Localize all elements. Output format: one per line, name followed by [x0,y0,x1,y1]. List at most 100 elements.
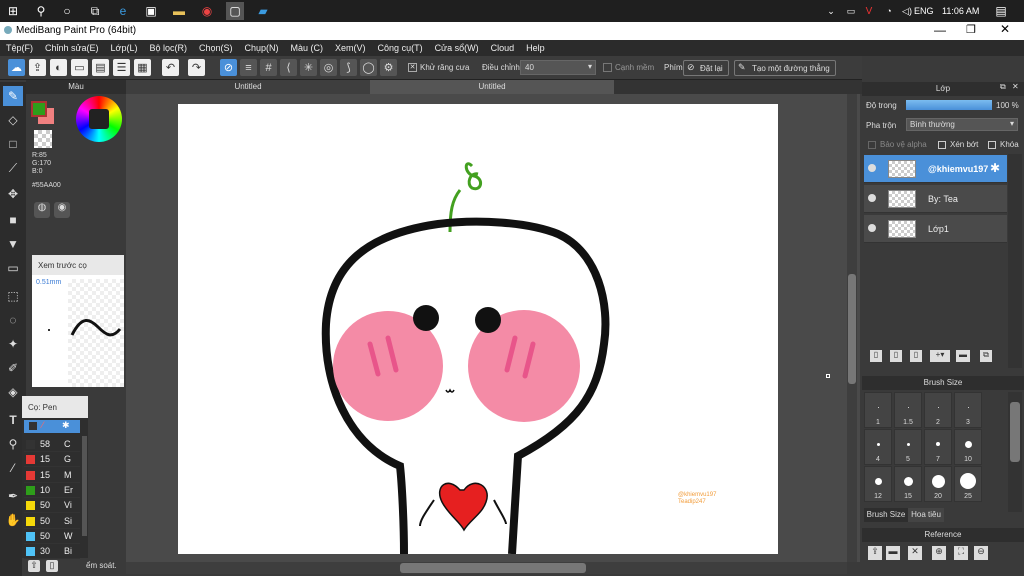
horizontal-scrollbar[interactable] [126,562,847,574]
app-icon[interactable]: ▰ [254,2,272,20]
hand-tool-icon[interactable]: ✋ [3,510,23,530]
menu-edit[interactable]: Chỉnh sửa(E) [45,43,99,53]
gear-icon[interactable]: ⚙ [380,59,397,76]
curve-snap-icon[interactable]: ⟆ [340,59,357,76]
horizontal-scrollbar-thumb[interactable] [400,563,586,573]
redo-icon[interactable]: ↷ [188,59,205,76]
clipping-checkbox[interactable] [938,141,946,149]
palette-settings-icon[interactable]: ◉ [54,202,70,218]
brush-list-item[interactable]: 58 C [24,437,80,452]
menu-cloud[interactable]: Cloud [491,43,515,53]
list-icon[interactable]: ☰ [113,59,130,76]
move-tool-icon[interactable]: ✥ [3,184,23,204]
brush-list-item[interactable]: 30 Bi [24,544,80,560]
tab-untitled-1[interactable]: Untitled [126,80,370,94]
menu-snap[interactable]: Chụp(N) [245,43,279,53]
menu-help[interactable]: Help [526,43,545,53]
layer-copy-icon[interactable]: ⧉ [980,350,992,362]
clock[interactable]: 11:06 AM [942,6,979,16]
brush-list-item[interactable]: 50 W [24,529,80,544]
antivirus-icon[interactable]: V [860,2,878,20]
eraser-tool-icon[interactable]: ◇ [3,110,23,130]
select-pen-tool-icon[interactable]: ✐ [3,358,23,378]
foreground-color-swatch[interactable] [31,101,47,117]
vertical-scrollbar-thumb[interactable] [848,274,856,384]
comment-icon[interactable]: ▭ [71,59,88,76]
brush-list-header[interactable]: ⁄ ✱ [24,420,80,433]
open-folder-icon[interactable]: ▬ [886,546,900,560]
snap-off-icon[interactable]: ⊘ [220,59,237,76]
brush-size-scrollbar-thumb[interactable] [1010,402,1020,462]
select-eraser-tool-icon[interactable]: ◈ [3,382,23,402]
duplicate-layer-icon[interactable]: ▯ [890,350,902,362]
vanishing-snap-icon[interactable]: ⟨ [280,59,297,76]
bucket-tool-icon[interactable]: ▼ [3,234,23,254]
document-icon[interactable]: ▤ [92,59,109,76]
brush-size-option[interactable]: 20 [924,466,952,502]
opacity-slider[interactable] [906,100,992,110]
brush-size-option[interactable]: 2 [924,392,952,428]
color-wheel-center[interactable] [89,109,109,129]
add-layer-menu-icon[interactable]: +▾ [930,350,950,362]
chrome-icon[interactable]: ◉ [198,2,216,20]
maximize-button[interactable]: ❐ [966,23,976,36]
concentric-snap-icon[interactable]: ◎ [320,59,337,76]
cloud-upload-icon[interactable]: ⇪ [868,546,882,560]
panel-float-icon[interactable]: ⧉ [1000,82,1006,92]
layer-list-scrollbar[interactable] [1008,154,1022,368]
gear-icon[interactable]: ✱ [990,161,1000,175]
folder-icon[interactable]: ▬ [956,350,970,362]
store-icon[interactable]: ▣ [142,2,160,20]
divide-tool-icon[interactable]: ⁄ [3,458,23,478]
circle-snap-icon[interactable]: ◯ [360,59,377,76]
brush-size-option[interactable]: 10 [954,429,982,465]
new-line-button[interactable]: ✎ Tạo một đường thẳng [734,60,836,76]
language-indicator[interactable]: ENG [914,6,934,16]
brush-list-item[interactable]: 10 Er [24,483,80,498]
menu-view[interactable]: Xem(V) [335,43,366,53]
text-tool-icon[interactable]: T [3,410,23,430]
brush-size-option[interactable]: 1 [864,392,892,428]
brush-size-option[interactable]: 5 [894,429,922,465]
layer-item[interactable]: Lớp1 [864,215,1007,243]
gradient-tool-icon[interactable]: ▭ [3,258,23,278]
layer-item[interactable]: By: Tea [864,185,1007,213]
brush-size-scrollbar[interactable] [1008,392,1022,512]
palette-icon[interactable]: ◍ [34,202,50,218]
add-brush-icon[interactable]: ⇧ [28,560,40,572]
eye-icon[interactable] [868,194,876,202]
brush-size-option[interactable]: 12 [864,466,892,502]
parallel-snap-icon[interactable]: ≡ [240,59,257,76]
line-tool-icon[interactable]: ⟋ [3,158,23,178]
zoom-in-icon[interactable]: ⊕ [932,546,946,560]
transparent-swatch[interactable] [34,130,52,148]
brush-list-item[interactable]: 50 Vi [24,498,80,514]
brush-size-option[interactable]: 7 [924,429,952,465]
cortana-icon[interactable]: ○ [58,2,76,20]
brush-list-item[interactable]: 15 G [24,452,80,468]
vertical-scrollbar[interactable] [847,94,857,562]
file-explorer-icon[interactable]: ▬ [170,2,188,20]
edge-icon[interactable]: e [114,2,132,20]
dot-tool-icon[interactable]: □ [3,134,23,154]
menu-select[interactable]: Chọn(S) [199,43,233,53]
reset-button[interactable]: ⊘ Đặt lại [683,60,729,76]
brush-size-option[interactable]: 1.5 [894,392,922,428]
brush-size-option[interactable]: 25 [954,466,982,502]
chat-icon[interactable]: ◐ [50,59,67,76]
drawing-canvas[interactable]: @khiemvu197 Teadip247 [178,104,778,555]
eyedropper-tool-icon[interactable]: ✒ [3,486,23,506]
fill-rect-tool-icon[interactable]: ■ [3,210,23,230]
grid-icon[interactable]: ▦ [134,59,151,76]
tab-brush-size[interactable]: Brush Size [864,508,908,522]
medibang-icon[interactable]: ▢ [226,2,244,20]
zoom-out-icon[interactable]: ⊖ [974,546,988,560]
menu-color[interactable]: Màu (C) [291,43,324,53]
antialias-checkbox[interactable]: ✕ [408,63,417,72]
chevron-up-icon[interactable]: ⌄ [822,2,840,20]
brush-size-option[interactable]: 3 [954,392,982,428]
brush-list-item[interactable]: 15 M [24,468,80,483]
search-icon[interactable]: ⚲ [32,2,50,20]
brush-size-option[interactable]: 15 [894,466,922,502]
lasso-tool-icon[interactable]: ◌ [3,310,23,330]
